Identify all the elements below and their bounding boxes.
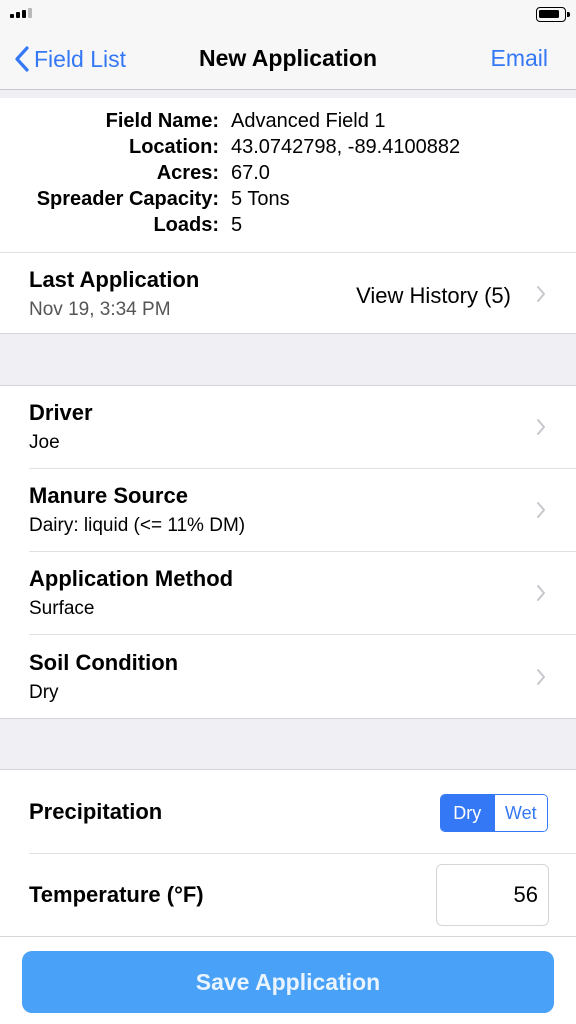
location-row: Location: 43.0742798, -89.4100882 xyxy=(0,136,576,162)
last-application-date: Nov 19, 3:34 PM xyxy=(29,299,171,320)
acres-label: Acres: xyxy=(156,162,219,184)
loads-label: Loads: xyxy=(153,214,219,236)
precipitation-option-dry[interactable]: Dry xyxy=(441,795,494,831)
save-application-button[interactable]: Save Application xyxy=(22,951,554,1013)
precipitation-label: Precipitation xyxy=(29,799,163,824)
email-button[interactable]: Email xyxy=(490,45,548,72)
loads-value: 5 xyxy=(231,214,243,236)
temperature-input[interactable]: 56 xyxy=(436,864,549,926)
acres-row: Acres: 67.0 xyxy=(0,162,576,188)
acres-value: 67.0 xyxy=(231,162,270,184)
field-name-value: Advanced Field 1 xyxy=(231,110,386,132)
driver-title: Driver xyxy=(29,400,93,425)
precipitation-segmented-control[interactable]: Dry Wet xyxy=(440,794,548,832)
list-item-soil-condition[interactable]: Soil Condition Dry xyxy=(0,636,576,719)
manure-source-value: Dairy: liquid (<= 11% DM) xyxy=(29,515,246,536)
signal-icon xyxy=(10,8,32,18)
battery-icon xyxy=(536,7,570,22)
soil-condition-value: Dry xyxy=(29,682,59,703)
field-name-label: Field Name: xyxy=(105,110,219,132)
application-details-list: Driver Joe Manure Source Dairy: liquid (… xyxy=(0,385,576,719)
spreader-capacity-row: Spreader Capacity: 5 Tons xyxy=(0,188,576,214)
manure-source-title: Manure Source xyxy=(29,483,188,508)
soil-condition-title: Soil Condition xyxy=(29,650,179,675)
spreader-capacity-value: 5 Tons xyxy=(231,188,290,210)
chevron-right-icon xyxy=(537,502,545,518)
location-value: 43.0742798, -89.4100882 xyxy=(231,136,461,158)
temperature-label: Temperature (°F) xyxy=(29,882,204,907)
list-item-application-method[interactable]: Application Method Surface xyxy=(0,552,576,635)
weather-section: Precipitation Dry Wet Temperature (°F) 5… xyxy=(0,769,576,937)
last-application-row[interactable]: Last Application Nov 19, 3:34 PM View Hi… xyxy=(0,252,576,334)
precipitation-option-wet[interactable]: Wet xyxy=(493,795,547,831)
view-history-link[interactable]: View History (5) xyxy=(356,283,511,309)
row-divider xyxy=(29,853,576,854)
bottom-bar: Save Application xyxy=(0,937,576,1024)
driver-value: Joe xyxy=(29,432,60,453)
application-method-title: Application Method xyxy=(29,566,234,591)
field-name-row: Field Name: Advanced Field 1 xyxy=(0,110,576,136)
list-item-driver[interactable]: Driver Joe xyxy=(0,386,576,469)
list-item-manure-source[interactable]: Manure Source Dairy: liquid (<= 11% DM) xyxy=(0,469,576,552)
row-divider xyxy=(29,634,576,635)
chevron-right-icon xyxy=(537,585,545,601)
application-method-value: Surface xyxy=(29,598,95,619)
loads-row: Loads: 5 xyxy=(0,214,576,240)
chevron-right-icon xyxy=(537,286,545,302)
last-application-title: Last Application xyxy=(29,267,200,292)
status-bar xyxy=(0,0,576,30)
navigation-bar: Field List New Application Email xyxy=(0,30,576,90)
chevron-right-icon xyxy=(537,419,545,435)
spreader-capacity-label: Spreader Capacity: xyxy=(36,188,219,210)
location-label: Location: xyxy=(129,136,219,158)
chevron-right-icon xyxy=(537,669,545,685)
